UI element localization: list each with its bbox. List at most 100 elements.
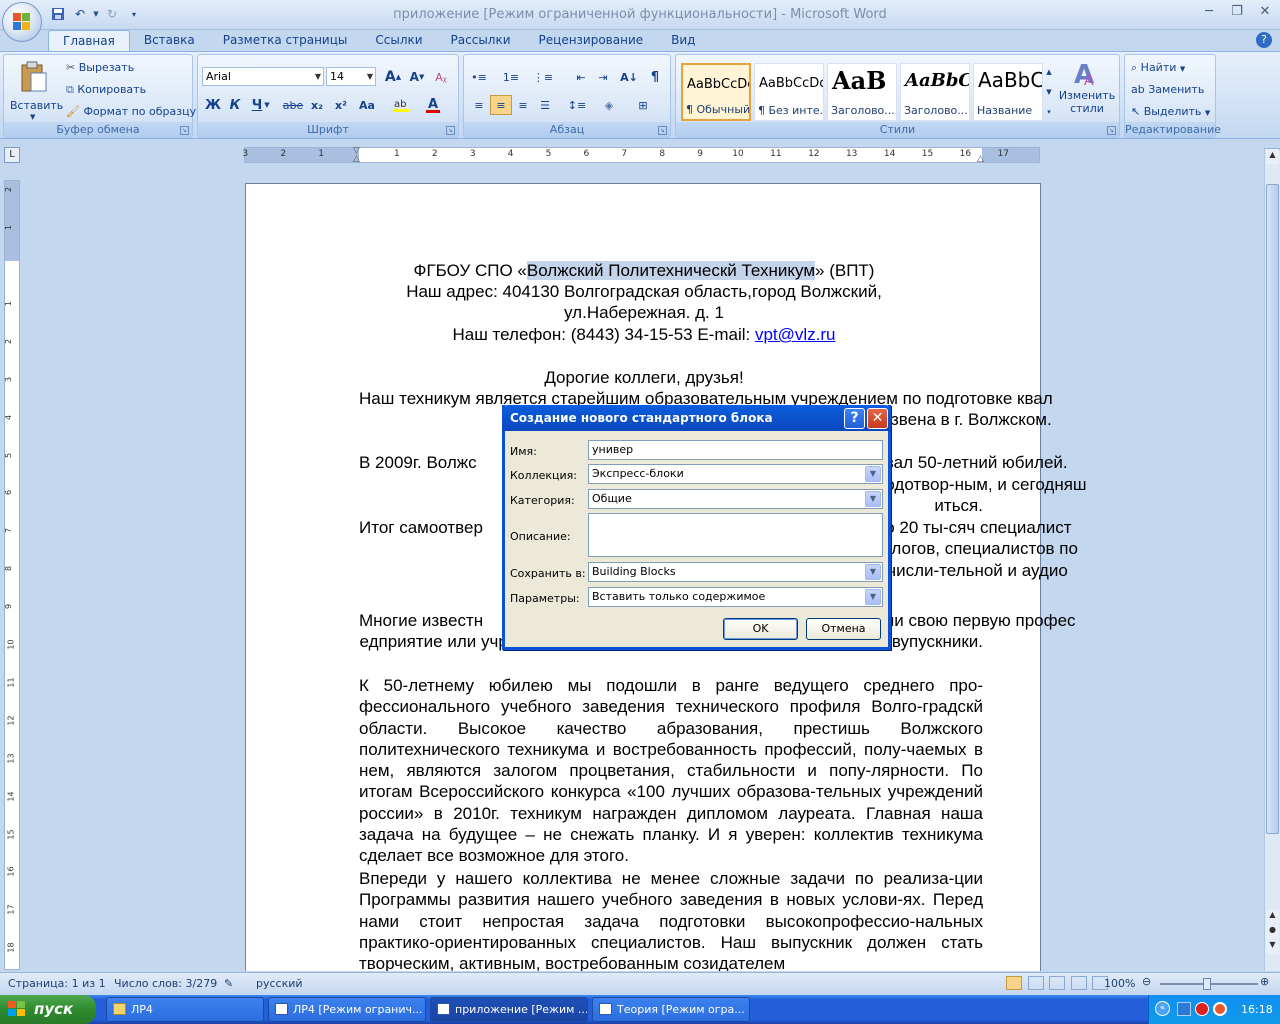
dialog-title-bar[interactable]: Создание нового стандартного блока ? ✕	[502, 405, 891, 431]
align-left-icon[interactable]: ≡	[468, 95, 490, 115]
find-button[interactable]: ⌕ Найти ▼	[1131, 61, 1185, 75]
start-button[interactable]: пуск	[0, 995, 96, 1024]
numbering-icon[interactable]: 1≡	[500, 67, 522, 87]
help-icon[interactable]: ?	[844, 408, 865, 429]
vertical-scrollbar[interactable]: ▲ ▲ ● ▼	[1264, 150, 1280, 971]
align-right-icon[interactable]: ≡	[512, 95, 534, 115]
tab-page-layout[interactable]: Разметка страницы	[209, 30, 362, 52]
save-in-select[interactable]: Building Blocks ▼	[588, 562, 883, 582]
chevron-down-icon[interactable]: ▼	[865, 564, 881, 580]
next-page-icon[interactable]: ▼	[1266, 940, 1279, 954]
style-no-spacing[interactable]: AaBbCcDc ¶ Без инте...	[754, 63, 824, 121]
vertical-ruler[interactable]: 2112345678910111213141516171819	[4, 180, 20, 991]
shrink-font-icon[interactable]: A ▼	[406, 67, 428, 87]
tab-view[interactable]: Вид	[657, 30, 709, 52]
close-icon[interactable]: ✕	[1254, 4, 1276, 22]
superscript-button[interactable]: x²	[330, 95, 352, 115]
shading-icon[interactable]: ◈	[598, 95, 620, 115]
office-button[interactable]	[2, 2, 42, 42]
selected-text[interactable]: Волжский Политехническй Техникум	[526, 261, 816, 280]
taskbar-item-teoriya[interactable]: Теория [Режим огра...	[592, 997, 750, 1022]
replace-button[interactable]: ab Заменить	[1131, 83, 1204, 96]
underline-dropdown-icon[interactable]: ▼	[262, 95, 272, 115]
cut-button[interactable]: ✂ Вырезать	[66, 61, 134, 74]
font-color-icon[interactable]: A	[422, 95, 444, 115]
paste-button[interactable]: Вставить ▼	[8, 59, 63, 121]
clock[interactable]: 16:18	[1241, 1003, 1273, 1016]
style-heading1[interactable]: AaB Заголово...	[827, 63, 897, 121]
styles-scroll-down-icon[interactable]: ▼	[1043, 83, 1055, 101]
borders-icon[interactable]: ⊞	[632, 95, 654, 115]
font-size-combo[interactable]: 14 ▼	[326, 67, 376, 86]
clipboard-launcher-icon[interactable]: ↘	[180, 126, 189, 135]
full-screen-reading-icon[interactable]	[1027, 976, 1044, 990]
chevron-down-icon[interactable]: ▼	[865, 491, 881, 507]
email-link[interactable]: vpt@vlz.ru	[755, 325, 836, 344]
network-icon[interactable]	[1177, 1002, 1191, 1016]
style-normal[interactable]: AaBbCcDc ¶ Обычный	[681, 63, 751, 121]
styles-scroll-up-icon[interactable]: ▲	[1043, 63, 1055, 81]
scroll-thumb[interactable]	[1266, 184, 1279, 834]
align-center-icon[interactable]: ≡	[490, 95, 512, 115]
taskbar-item-lr4[interactable]: ЛР4 [Режим огранич...	[268, 997, 426, 1022]
restore-icon[interactable]: ❐	[1226, 4, 1248, 22]
outline-icon[interactable]	[1070, 976, 1087, 990]
subscript-button[interactable]: x₂	[306, 95, 328, 115]
strikethrough-button[interactable]: abe	[282, 95, 304, 115]
language-indicator[interactable]: русский	[256, 977, 303, 990]
cancel-button[interactable]: Отмена	[806, 618, 881, 640]
proofing-icon[interactable]: ✎	[224, 977, 233, 990]
justify-icon[interactable]: ☰	[534, 95, 556, 115]
show-marks-icon[interactable]: ¶	[644, 67, 666, 87]
zoom-out-icon[interactable]: ⊖	[1142, 975, 1151, 988]
font-name-combo[interactable]: Arial ▼	[202, 67, 324, 86]
zoom-thumb[interactable]	[1203, 978, 1211, 990]
taskbar-item-folder[interactable]: ЛР4	[106, 997, 264, 1022]
decrease-indent-icon[interactable]: ⇤	[570, 67, 592, 87]
close-icon[interactable]: ✕	[867, 408, 888, 429]
print-layout-icon[interactable]	[1006, 976, 1022, 990]
tab-references[interactable]: Ссылки	[361, 30, 436, 52]
gallery-select[interactable]: Экспресс-блоки ▼	[588, 464, 883, 484]
style-heading2[interactable]: AaBbC Заголово...	[900, 63, 970, 121]
copy-button[interactable]: ⧉ Копировать	[66, 83, 146, 97]
multilevel-list-icon[interactable]: ⋮≡	[532, 67, 554, 87]
tab-mailings[interactable]: Рассылки	[437, 30, 525, 52]
styles-more-icon[interactable]: ▾	[1043, 103, 1055, 121]
word-count[interactable]: Число слов: 3/279	[114, 977, 217, 990]
page-count[interactable]: Страница: 1 из 1	[8, 977, 106, 990]
grow-font-icon[interactable]: A ▲	[382, 67, 404, 87]
tray-expand-icon[interactable]: «	[1155, 1001, 1170, 1016]
tray-app-icon[interactable]	[1213, 1002, 1227, 1016]
horizontal-ruler[interactable]: 3 2 1 1 2 3 4 5 6 7 8 9 10 11 12 13 14 15 16 17 ▽ △ △	[242, 146, 1040, 164]
tab-selector-icon[interactable]: L	[4, 147, 20, 163]
options-select[interactable]: Вставить только содержимое ▼	[588, 587, 883, 607]
select-button[interactable]: ↖ Выделить ▼	[1131, 105, 1210, 118]
increase-indent-icon[interactable]: ⇥	[592, 67, 614, 87]
highlight-icon[interactable]: ab	[390, 95, 412, 115]
description-input[interactable]	[588, 513, 883, 557]
scroll-down-icon[interactable]: ▲	[1266, 910, 1279, 924]
category-select[interactable]: Общие ▼	[588, 489, 883, 509]
font-launcher-icon[interactable]: ↘	[446, 126, 455, 135]
scroll-up-icon[interactable]: ▲	[1266, 150, 1279, 164]
web-layout-icon[interactable]	[1049, 976, 1065, 990]
format-painter-button[interactable]: 🖌 Формат по образцу	[66, 105, 196, 118]
sort-icon[interactable]: A↓	[618, 67, 640, 87]
minimize-icon[interactable]: ─	[1198, 4, 1220, 22]
change-styles-button[interactable]: AA Изменить стили	[1058, 59, 1116, 123]
paragraph-launcher-icon[interactable]: ↘	[658, 126, 667, 135]
ok-button[interactable]: OK	[723, 618, 798, 640]
chevron-down-icon[interactable]: ▼	[865, 466, 881, 482]
chevron-down-icon[interactable]: ▼	[865, 589, 881, 605]
right-indent-icon[interactable]: △	[977, 154, 984, 164]
bold-button[interactable]: Ж	[202, 95, 224, 115]
antivirus-icon[interactable]	[1195, 1002, 1209, 1016]
bullets-icon[interactable]: •≡	[468, 67, 490, 87]
taskbar-item-prilozhenie[interactable]: приложение [Режим ...	[430, 997, 588, 1022]
help-icon[interactable]: ?	[1256, 32, 1272, 48]
zoom-in-icon[interactable]: ⊕	[1260, 975, 1269, 988]
select-browse-object-icon[interactable]: ●	[1266, 925, 1279, 939]
italic-button[interactable]: К	[224, 95, 246, 115]
change-case-button[interactable]: Aa	[356, 95, 378, 115]
